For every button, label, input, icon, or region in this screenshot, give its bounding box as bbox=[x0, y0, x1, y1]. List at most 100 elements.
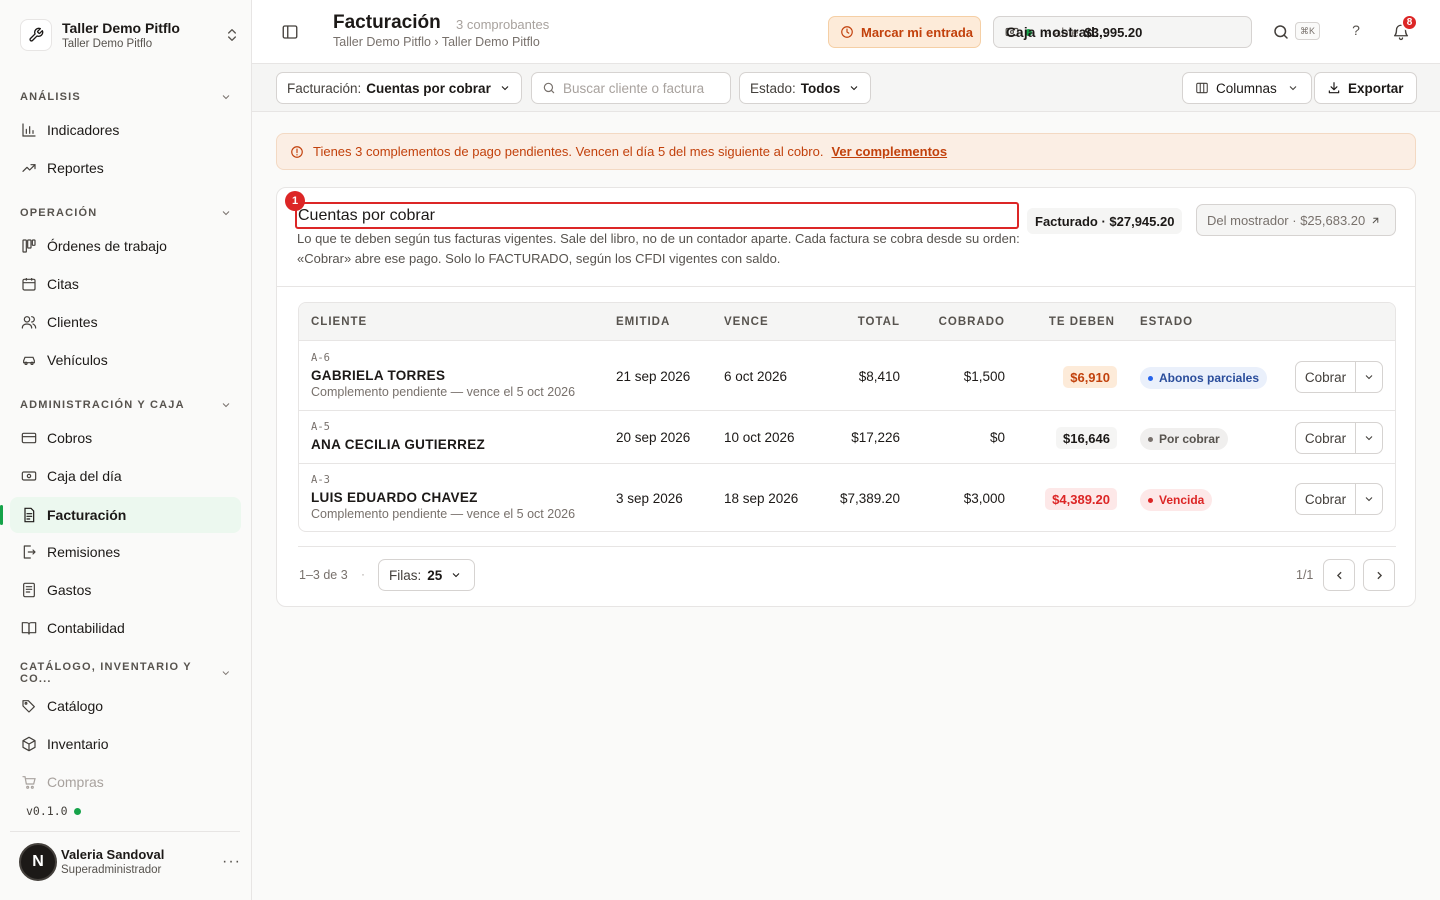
sidebar-item-label: Facturación bbox=[47, 507, 127, 523]
section-header-operacion[interactable]: OPERACIÓN bbox=[20, 206, 232, 220]
sidebar-item-contabilidad[interactable]: Contabilidad bbox=[10, 610, 241, 646]
sidebar-item-facturacion[interactable]: Facturación bbox=[0, 497, 241, 533]
bar-chart-icon bbox=[20, 122, 37, 139]
book-icon bbox=[20, 620, 37, 637]
status-text: Por cobrar bbox=[1159, 432, 1220, 446]
workspace-subtitle: Taller Demo Pitflo bbox=[62, 37, 153, 50]
section-title: CATÁLOGO, INVENTARIO Y CO... bbox=[20, 661, 192, 685]
collect-button[interactable]: Cobrar bbox=[1296, 484, 1356, 514]
page-title: Facturación bbox=[333, 12, 441, 33]
receivables-table: CLIENTE EMITIDA VENCE TOTAL COBRADO TE D… bbox=[298, 302, 1396, 532]
users-icon bbox=[20, 314, 37, 331]
top-header: Facturación 3 comprobantes Taller Demo P… bbox=[252, 0, 1440, 64]
collect-button[interactable]: Cobrar bbox=[1296, 423, 1356, 453]
chevron-down-icon bbox=[452, 573, 460, 578]
column-header-estado[interactable]: ESTADO bbox=[1140, 316, 1193, 328]
pagination-divider bbox=[298, 546, 1396, 547]
search-input[interactable] bbox=[563, 80, 723, 96]
user-menu[interactable]: N Valeria Sandoval Superadministrador ··… bbox=[19, 842, 241, 882]
notification-badge: 8 bbox=[1401, 14, 1418, 31]
search-box[interactable] bbox=[531, 72, 731, 104]
cash-register-selector[interactable]: Caja mostrad... · abie $3,995.20 bbox=[993, 16, 1252, 48]
sidebar-item-cobros[interactable]: Cobros bbox=[10, 420, 241, 456]
column-header-te-deben[interactable]: TE DEBEN bbox=[1049, 316, 1115, 328]
table-row[interactable]: A-3 LUIS EDUARDO CHAVEZ Complemento pend… bbox=[299, 464, 1395, 531]
status-badge: Abonos parciales bbox=[1140, 367, 1268, 389]
due-date: 18 sep 2026 bbox=[724, 491, 799, 506]
keyboard-shortcut-hint: ⌘K bbox=[1295, 22, 1320, 40]
chevron-down-icon bbox=[1289, 86, 1297, 91]
help-icon[interactable]: ? bbox=[1348, 22, 1364, 38]
columns-label: Columnas bbox=[1216, 80, 1277, 96]
sidebar-item-inventario[interactable]: Inventario bbox=[10, 726, 241, 762]
collect-button[interactable]: Cobrar bbox=[1296, 362, 1356, 392]
rows-per-page-select[interactable]: Filas: 25 bbox=[378, 559, 475, 591]
sidebar-item-label: Clientes bbox=[47, 314, 98, 330]
chevron-down-icon bbox=[1365, 375, 1373, 380]
sidebar-item-remisiones[interactable]: Remisiones bbox=[10, 534, 241, 570]
collect-split-button: Cobrar bbox=[1295, 483, 1383, 515]
column-header-cliente[interactable]: CLIENTE bbox=[311, 316, 367, 328]
sidebar-item-indicadores[interactable]: Indicadores bbox=[10, 112, 241, 148]
collect-options-button[interactable] bbox=[1356, 362, 1382, 392]
column-header-vence[interactable]: VENCE bbox=[724, 316, 769, 328]
select-value: Cuentas por cobrar bbox=[366, 80, 491, 96]
more-icon[interactable]: ··· bbox=[222, 853, 241, 871]
clock-in-button[interactable]: Marcar mi entrada bbox=[828, 16, 981, 48]
column-header-cobrado[interactable]: COBRADO bbox=[939, 316, 1005, 328]
invoice-folio: A-3 bbox=[311, 474, 330, 486]
breadcrumb[interactable]: Taller Demo Pitflo › Taller Demo Pitflo bbox=[333, 35, 540, 49]
collect-options-button[interactable] bbox=[1356, 423, 1382, 453]
chevron-down-icon bbox=[850, 86, 858, 91]
issued-date: 3 sep 2026 bbox=[616, 491, 683, 506]
owed-amount: $16,646 bbox=[1056, 427, 1117, 449]
sidebar-item-ordenes[interactable]: Órdenes de trabajo bbox=[10, 228, 241, 264]
prev-page-button[interactable] bbox=[1323, 559, 1355, 591]
counter-total-label: Del mostrador · $25,683.20 bbox=[1207, 212, 1366, 228]
billing-view-select[interactable]: Facturación: Cuentas por cobrar bbox=[276, 72, 522, 104]
version-text: v0.1.0 bbox=[26, 804, 68, 818]
complement-note: Complemento pendiente — vence el 5 oct 2… bbox=[311, 507, 576, 521]
sidebar-item-gastos[interactable]: Gastos bbox=[10, 572, 241, 608]
search-icon[interactable] bbox=[1272, 23, 1290, 41]
alert-circle-icon bbox=[291, 145, 303, 158]
annotation-marker: 1 bbox=[285, 191, 305, 211]
workspace-switcher[interactable]: Taller Demo Pitflo Taller Demo Pitflo bbox=[20, 17, 240, 53]
sidebar-item-label: Citas bbox=[47, 276, 79, 292]
sidebar-item-reportes[interactable]: Reportes bbox=[10, 150, 241, 186]
chevron-down-icon bbox=[222, 671, 230, 676]
collect-options-button[interactable] bbox=[1356, 484, 1382, 514]
table-row[interactable]: A-5 ANA CECILIA GUTIERREZ 20 sep 2026 10… bbox=[299, 411, 1395, 464]
section-header-catalogo[interactable]: CATÁLOGO, INVENTARIO Y CO... bbox=[20, 661, 232, 685]
sidebar-item-catalogo[interactable]: Catálogo bbox=[10, 688, 241, 724]
sidebar-item-citas[interactable]: Citas bbox=[10, 266, 241, 302]
export-button[interactable]: Exportar bbox=[1314, 72, 1417, 104]
sidebar-toggle-icon[interactable] bbox=[281, 23, 299, 41]
search-icon bbox=[543, 82, 555, 94]
download-icon bbox=[1328, 82, 1340, 94]
arrow-up-right-icon bbox=[1372, 217, 1379, 223]
kanban-icon bbox=[20, 238, 37, 255]
card-title: Cuentas por cobrar bbox=[295, 202, 1019, 229]
sidebar-item-vehiculos[interactable]: Vehículos bbox=[10, 342, 241, 378]
chevron-right-icon bbox=[1376, 571, 1382, 579]
collect-split-button: Cobrar bbox=[1295, 361, 1383, 393]
card-description: Lo que te deben según tus facturas vigen… bbox=[297, 231, 1020, 266]
view-complements-link[interactable]: Ver complementos bbox=[831, 144, 947, 159]
issued-date: 20 sep 2026 bbox=[616, 430, 691, 445]
sidebar-item-caja-del-dia[interactable]: Caja del día bbox=[10, 458, 241, 494]
column-header-emitida[interactable]: EMITIDA bbox=[616, 316, 670, 328]
sidebar-item-clientes[interactable]: Clientes bbox=[10, 304, 241, 340]
select-value: 25 bbox=[427, 567, 443, 583]
section-header-analisis[interactable]: ANÁLISIS bbox=[20, 90, 232, 104]
next-page-button[interactable] bbox=[1363, 559, 1395, 591]
collected-amount: $1,500 bbox=[963, 369, 1005, 384]
column-header-total[interactable]: TOTAL bbox=[858, 316, 900, 328]
sidebar-item-compras[interactable]: Compras bbox=[10, 764, 241, 800]
columns-button[interactable]: Columnas bbox=[1182, 72, 1312, 104]
status-filter-select[interactable]: Estado: Todos bbox=[739, 72, 872, 104]
section-header-administracion[interactable]: ADMINISTRACIÓN Y CAJA bbox=[20, 398, 232, 412]
pending-complements-alert: Tienes 3 complementos de pago pendientes… bbox=[276, 133, 1416, 170]
table-row[interactable]: A-6 GABRIELA TORRES Complemento pendient… bbox=[299, 342, 1395, 411]
counter-total-button[interactable]: Del mostrador · $25,683.20 bbox=[1196, 204, 1396, 236]
